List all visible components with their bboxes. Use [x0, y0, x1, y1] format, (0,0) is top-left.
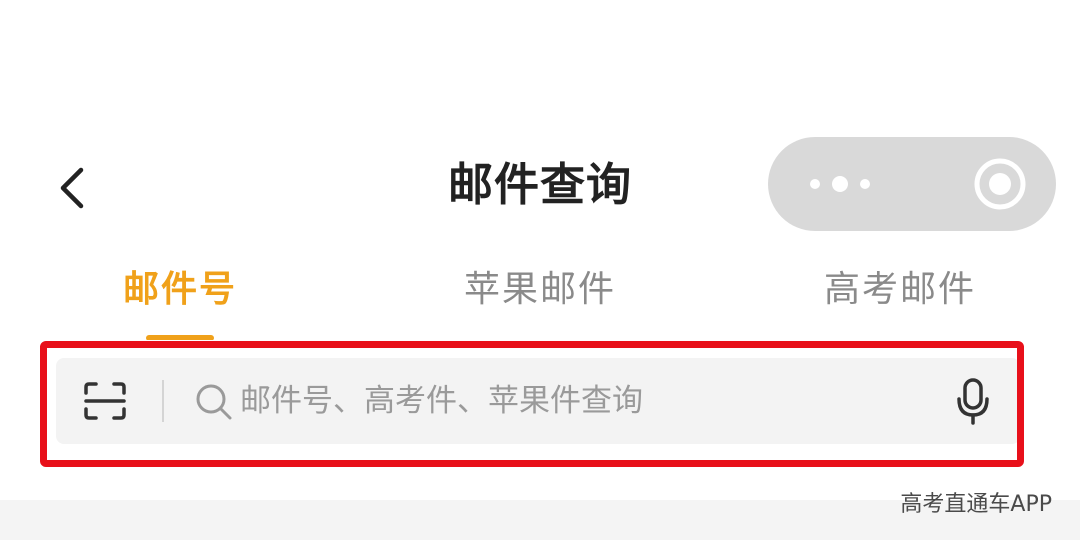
chevron-left-icon	[60, 167, 84, 209]
target-close-icon	[974, 158, 1026, 210]
mini-program-capsule	[768, 137, 1056, 231]
scan-button[interactable]	[78, 377, 132, 425]
tab-apple-mail[interactable]: 苹果邮件	[410, 255, 670, 325]
microphone-icon	[957, 378, 989, 425]
search-divider	[162, 380, 164, 422]
page-title: 邮件查询	[447, 158, 632, 211]
scan-icon	[84, 382, 126, 420]
search-input[interactable]	[240, 370, 940, 432]
tab-gaokao-mail[interactable]: 高考邮件	[770, 255, 1030, 325]
navigation-bar: 邮件查询	[0, 0, 1080, 245]
more-dots-icon	[810, 176, 870, 192]
search-section	[0, 340, 1080, 500]
voice-input-button[interactable]	[948, 374, 998, 428]
close-button[interactable]	[944, 137, 1056, 231]
search-icon	[196, 384, 232, 420]
tab-mail-number[interactable]: 邮件号	[50, 255, 310, 325]
search-box	[56, 358, 1020, 444]
more-button[interactable]	[768, 137, 912, 231]
watermark-text: 高考直通车APP	[900, 492, 1052, 517]
back-button[interactable]	[44, 160, 100, 216]
tab-bar: 邮件号 苹果邮件 高考邮件	[0, 255, 1080, 341]
